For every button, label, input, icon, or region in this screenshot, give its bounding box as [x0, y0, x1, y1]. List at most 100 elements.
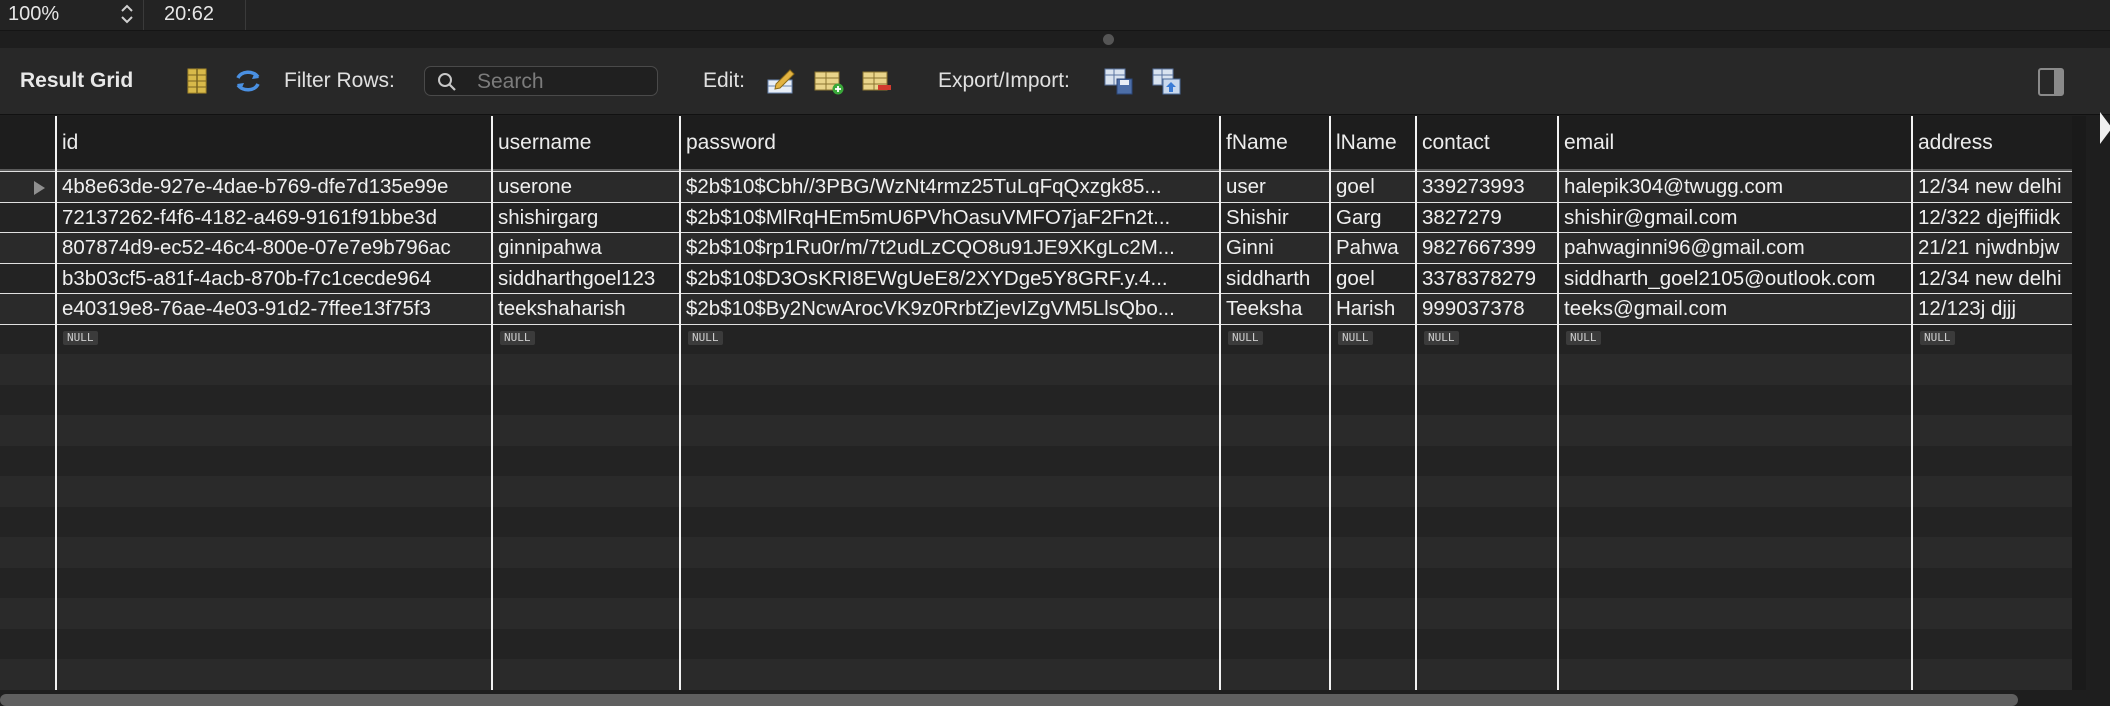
null-badge: NULL — [1920, 330, 1955, 345]
splitter-handle[interactable] — [1103, 34, 1114, 45]
empty-row — [0, 476, 2072, 507]
table-row[interactable]: 72137262-f4f6-4182-a469-9161f91bbe3d shi… — [0, 201, 2072, 233]
export-import-label: Export/Import: — [938, 69, 1070, 92]
expand-panel-icon[interactable] — [2100, 112, 2110, 144]
edit-row-icon[interactable] — [766, 66, 796, 96]
cell-contact[interactable]: 3378378279 — [1416, 264, 1558, 294]
table-row[interactable]: b3b03cf5-a81f-4acb-870b-f7c1cecde964 sid… — [0, 262, 2072, 294]
cell-password[interactable]: $2b$10$By2NcwArocVK9z0RrbtZjevIZgVM5LlsQ… — [680, 294, 1220, 324]
column-header-fname[interactable]: fName — [1220, 116, 1330, 169]
new-row-placeholder[interactable]: NULL NULL NULL NULL NULL NULL NULL NULL — [0, 323, 2072, 354]
cell-id[interactable]: 72137262-f4f6-4182-a469-9161f91bbe3d — [56, 203, 492, 233]
cell-username[interactable]: ginnipahwa — [492, 233, 680, 263]
cell-id[interactable]: 807874d9-ec52-46c4-800e-07e7e9b796ac — [56, 233, 492, 263]
column-header-password[interactable]: password — [680, 116, 1220, 169]
table-row[interactable]: 807874d9-ec52-46c4-800e-07e7e9b796ac gin… — [0, 232, 2072, 263]
column-divider[interactable] — [491, 116, 493, 690]
empty-row — [0, 384, 2072, 415]
delete-row-icon[interactable] — [862, 66, 892, 96]
cell-address[interactable]: 12/34 new delhi — [1912, 264, 2072, 294]
cell-fname[interactable]: siddharth — [1220, 264, 1330, 294]
empty-row — [0, 415, 2072, 446]
empty-row — [0, 506, 2072, 537]
vertical-scrollbar[interactable] — [2072, 116, 2086, 690]
cell-password[interactable]: $2b$10$Cbh//3PBG/WzNt4rmz25TuLqFqQxzgk85… — [680, 172, 1220, 202]
column-divider[interactable] — [1415, 116, 1417, 690]
cell-lname[interactable]: Garg — [1330, 203, 1416, 233]
cell-address[interactable]: 12/322 djejffiidk — [1912, 203, 2072, 233]
column-header-row: id username password fName lName contact… — [0, 116, 2072, 171]
table-row[interactable]: e40319e8-76ae-4e03-91d2-7ffee13f75f3 tee… — [0, 293, 2072, 324]
cell-id[interactable]: b3b03cf5-a81f-4acb-870b-f7c1cecde964 — [56, 264, 492, 294]
cell-id[interactable]: e40319e8-76ae-4e03-91d2-7ffee13f75f3 — [56, 294, 492, 324]
cell-address[interactable]: 21/21 njwdnbjw — [1912, 233, 2072, 263]
cell-id[interactable]: 4b8e63de-927e-4dae-b769-dfe7d135e99e — [56, 172, 492, 202]
export-icon[interactable] — [1104, 66, 1134, 96]
cell-contact[interactable]: 9827667399 — [1416, 233, 1558, 263]
cell-fname[interactable]: Shishir — [1220, 203, 1330, 233]
cell-fname[interactable]: Teeksha — [1220, 294, 1330, 324]
cell-username[interactable]: teekshaharish — [492, 294, 680, 324]
null-badge: NULL — [1228, 330, 1263, 345]
empty-row — [0, 598, 2072, 629]
cell-contact[interactable]: 3827279 — [1416, 203, 1558, 233]
column-divider[interactable] — [1911, 116, 1913, 690]
empty-row — [0, 659, 2072, 690]
refresh-icon[interactable] — [233, 66, 263, 96]
cell-lname[interactable]: Pahwa — [1330, 233, 1416, 263]
cell-lname[interactable]: Harish — [1330, 294, 1416, 324]
cell-fname[interactable]: Ginni — [1220, 233, 1330, 263]
null-badge: NULL — [1424, 330, 1459, 345]
empty-row — [0, 537, 2072, 568]
add-row-icon[interactable] — [814, 66, 844, 96]
import-icon[interactable] — [1152, 66, 1182, 96]
cell-username[interactable]: userone — [492, 172, 680, 202]
cell-email[interactable]: shishir@gmail.com — [1558, 203, 1912, 233]
cell-password[interactable]: $2b$10$MlRqHEm5mU6PVhOasuVMFO7jaF2Fn2t..… — [680, 203, 1220, 233]
cell-lname[interactable]: goel — [1330, 172, 1416, 202]
column-divider[interactable] — [1219, 116, 1221, 690]
toggle-sidebar-icon[interactable] — [2038, 68, 2064, 96]
column-header-address[interactable]: address — [1912, 116, 2072, 169]
cell-email[interactable]: teeks@gmail.com — [1558, 294, 1912, 324]
cell-email[interactable]: siddharth_goel2105@outlook.com — [1558, 264, 1912, 294]
cell-username[interactable]: siddharthgoel123 — [492, 264, 680, 294]
result-toolbar: Result Grid Filter Rows: Edit: — [0, 48, 2110, 115]
grid-layout-icon[interactable] — [182, 66, 212, 96]
cell-email[interactable]: halepik304@twugg.com — [1558, 172, 1912, 202]
empty-row — [0, 567, 2072, 598]
zoom-level[interactable]: 100% — [8, 3, 59, 26]
column-divider[interactable] — [679, 116, 681, 690]
result-grid-title: Result Grid — [20, 69, 134, 92]
cell-contact[interactable]: 999037378 — [1416, 294, 1558, 324]
cell-password[interactable]: $2b$10$D3OsKRI8EWgUeE8/2XYDge5Y8GRF.y.4.… — [680, 264, 1220, 294]
search-box[interactable] — [424, 66, 658, 96]
cell-username[interactable]: shishirgarg — [492, 203, 680, 233]
column-header-contact[interactable]: contact — [1416, 116, 1558, 169]
cell-lname[interactable]: goel — [1330, 264, 1416, 294]
search-icon — [438, 73, 456, 91]
table-row[interactable]: 4b8e63de-927e-4dae-b769-dfe7d135e99e use… — [0, 171, 2072, 202]
column-divider[interactable] — [1329, 116, 1331, 690]
zoom-stepper-icon[interactable] — [118, 1, 136, 27]
empty-row — [0, 628, 2072, 659]
horizontal-scrollbar[interactable] — [0, 694, 2018, 706]
cell-fname[interactable]: user — [1220, 172, 1330, 202]
cell-email[interactable]: pahwaginni96@gmail.com — [1558, 233, 1912, 263]
column-divider[interactable] — [1557, 116, 1559, 690]
cell-contact[interactable]: 339273993 — [1416, 172, 1558, 202]
column-header-email[interactable]: email — [1558, 116, 1912, 169]
empty-row — [0, 445, 2072, 476]
search-input[interactable] — [475, 70, 649, 94]
grid-rows: 4b8e63de-927e-4dae-b769-dfe7d135e99e use… — [0, 171, 2072, 690]
cell-address[interactable]: 12/34 new delhi — [1912, 172, 2072, 202]
divider — [143, 0, 144, 30]
cell-address[interactable]: 12/123j djjj — [1912, 294, 2072, 324]
column-header-id[interactable]: id — [56, 116, 492, 169]
column-header-username[interactable]: username — [492, 116, 680, 169]
cell-password[interactable]: $2b$10$rp1Ru0r/m/7t2udLzCQO8u91JE9XKgLc2… — [680, 233, 1220, 263]
column-divider[interactable] — [55, 116, 57, 690]
column-header-lname[interactable]: lName — [1330, 116, 1416, 169]
edit-label: Edit: — [703, 69, 746, 92]
null-badge: NULL — [1338, 330, 1373, 345]
